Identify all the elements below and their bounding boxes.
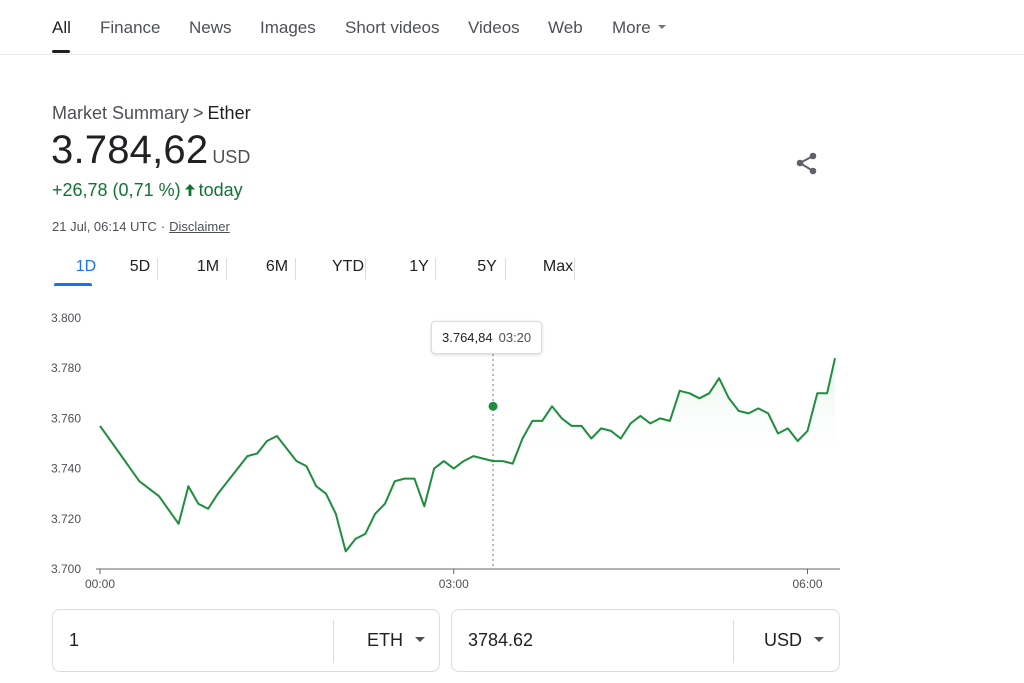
y-tick-label: 3.700 xyxy=(51,562,81,576)
price-row: 3.784,62 USD xyxy=(51,128,250,173)
range-tab-max[interactable]: Max xyxy=(524,252,592,286)
timestamp: 21 Jul, 06:14 UTC · Disclaimer xyxy=(52,219,230,234)
tooltip-value: 3.764,84 xyxy=(442,330,493,345)
from-amount-input[interactable] xyxy=(69,630,319,651)
tab-images[interactable]: Images xyxy=(260,18,316,38)
tab-all[interactable]: All xyxy=(52,18,71,38)
disclaimer-link[interactable]: Disclaimer xyxy=(169,219,230,234)
chart-area-fill xyxy=(493,358,835,468)
converter-to: USD xyxy=(451,609,840,672)
tab-news[interactable]: News xyxy=(189,18,232,38)
change-period: today xyxy=(198,180,243,200)
x-tick-label: 06:00 xyxy=(792,577,822,591)
to-amount-input[interactable] xyxy=(468,630,718,651)
tooltip-time: 03:20 xyxy=(498,330,532,345)
range-tab-1y[interactable]: 1Y xyxy=(385,252,453,286)
search-tabs-bar: All Finance News Images Short videos Vid… xyxy=(0,0,1024,55)
tab-more[interactable]: More xyxy=(612,18,666,38)
breadcrumb-current: Ether xyxy=(207,103,251,123)
range-tab-ytd[interactable]: YTD xyxy=(314,252,382,286)
arrow-up-icon xyxy=(184,184,195,196)
breadcrumb: Market Summary > Ether xyxy=(52,103,251,124)
price-currency: USD xyxy=(212,147,251,167)
tab-videos[interactable]: Videos xyxy=(468,18,520,38)
to-unit-select[interactable]: USD xyxy=(764,630,825,651)
share-icon xyxy=(796,152,817,175)
converter-divider xyxy=(333,620,334,663)
chart-tooltip: 3.764,84 03:20 xyxy=(431,321,543,354)
y-tick-label: 3.800 xyxy=(51,311,81,325)
tab-web[interactable]: Web xyxy=(548,18,583,38)
breadcrumb-market-summary[interactable]: Market Summary xyxy=(52,103,189,123)
timestamp-separator: · xyxy=(160,219,166,234)
timestamp-text: 21 Jul, 06:14 UTC xyxy=(52,219,157,234)
converter-from: ETH xyxy=(52,609,440,672)
y-tick-label: 3.780 xyxy=(51,361,81,375)
price-change: +26,78 (0,71 %) today xyxy=(52,180,243,201)
range-tabs: 1D 5D 1M 6M YTD 1Y 5Y Max xyxy=(52,252,642,288)
y-tick-label: 3.720 xyxy=(51,512,81,526)
y-tick-label: 3.760 xyxy=(51,411,81,425)
chevron-down-icon xyxy=(814,636,825,642)
x-tick-label: 00:00 xyxy=(85,577,115,591)
from-unit-select[interactable]: ETH xyxy=(367,630,425,651)
range-tab-5d[interactable]: 5D xyxy=(106,252,174,286)
chart-highlight-point xyxy=(488,401,498,411)
price-value: 3.784,62 xyxy=(51,128,209,172)
range-tab-6m[interactable]: 6M xyxy=(243,252,311,286)
range-tab-1m[interactable]: 1M xyxy=(174,252,242,286)
from-unit-label: ETH xyxy=(367,630,403,650)
chevron-down-icon xyxy=(657,24,666,29)
change-value: +26,78 (0,71 %) xyxy=(52,180,181,200)
to-unit-label: USD xyxy=(764,630,803,650)
active-tab-indicator xyxy=(52,50,70,53)
tab-more-label: More xyxy=(612,18,651,37)
converter-divider xyxy=(733,620,734,663)
chevron-down-icon xyxy=(415,636,425,642)
tab-finance[interactable]: Finance xyxy=(100,18,160,38)
tab-short-videos[interactable]: Short videos xyxy=(345,18,440,38)
share-button[interactable] xyxy=(792,150,822,180)
range-tab-5y[interactable]: 5Y xyxy=(453,252,521,286)
y-tick-label: 3.740 xyxy=(51,462,81,476)
x-tick-label: 03:00 xyxy=(439,577,469,591)
breadcrumb-separator: > xyxy=(193,103,204,123)
